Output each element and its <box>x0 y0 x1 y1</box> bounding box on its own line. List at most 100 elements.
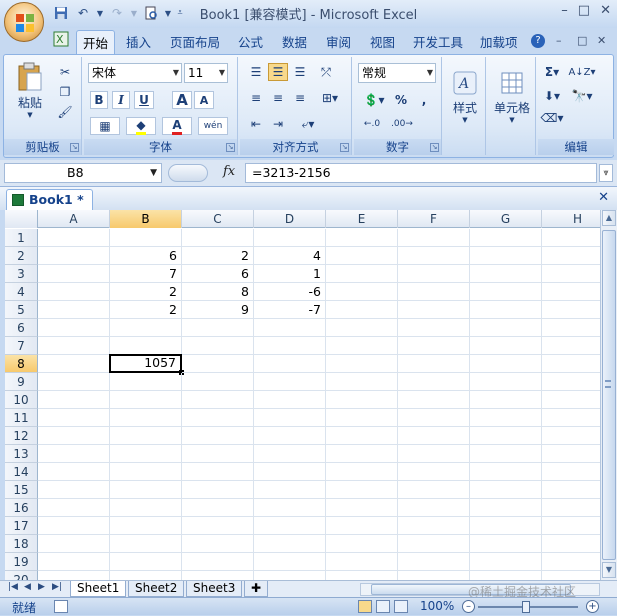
cell-b10[interactable] <box>110 391 182 409</box>
cell-e14[interactable] <box>326 463 398 481</box>
row-header-8[interactable]: 8 <box>5 355 38 373</box>
cell-f18[interactable] <box>398 535 470 553</box>
next-sheet-icon[interactable]: ▶ <box>38 582 45 592</box>
cell-h10[interactable] <box>542 391 600 409</box>
row-header-14[interactable]: 14 <box>5 463 38 481</box>
zoom-slider-thumb[interactable] <box>522 601 530 613</box>
column-header-b[interactable]: B <box>110 210 182 228</box>
row-header-4[interactable]: 4 <box>5 283 38 301</box>
cell-g13[interactable] <box>470 445 542 463</box>
cell-c7[interactable] <box>182 337 254 355</box>
insert-sheet-icon[interactable]: ✚ <box>244 581 269 597</box>
formula-bar-handle[interactable] <box>168 164 208 182</box>
cell-d7[interactable] <box>254 337 326 355</box>
cell-f19[interactable] <box>398 553 470 571</box>
row-header-20[interactable]: 20 <box>5 571 38 580</box>
office-button[interactable] <box>4 2 44 42</box>
cell-a10[interactable] <box>38 391 110 409</box>
cell-d19[interactable] <box>254 553 326 571</box>
decrease-decimal-button[interactable]: .00 → <box>388 115 416 133</box>
cell-h8[interactable] <box>542 355 600 373</box>
find-select-icon[interactable]: 🔭▾ <box>568 87 596 105</box>
name-box[interactable]: B8 ▼ <box>4 163 162 183</box>
cell-c6[interactable] <box>182 319 254 337</box>
cell-h13[interactable] <box>542 445 600 463</box>
cell-a7[interactable] <box>38 337 110 355</box>
cell-e10[interactable] <box>326 391 398 409</box>
percent-button[interactable]: % <box>392 91 410 109</box>
row-header-9[interactable]: 9 <box>5 373 38 391</box>
cell-a20[interactable] <box>38 571 110 580</box>
cell-g11[interactable] <box>470 409 542 427</box>
cell-h3[interactable] <box>542 265 600 283</box>
cell-c1[interactable] <box>182 229 254 247</box>
page-layout-view-icon[interactable] <box>376 600 390 613</box>
cell-g19[interactable] <box>470 553 542 571</box>
clear-icon[interactable]: ⌫▾ <box>540 109 564 127</box>
cell-a9[interactable] <box>38 373 110 391</box>
orientation-icon[interactable]: ⤱ <box>316 63 336 81</box>
shrink-font-button[interactable]: A <box>194 91 214 109</box>
workbook-close-icon[interactable]: ✕ <box>597 34 606 47</box>
cell-f17[interactable] <box>398 517 470 535</box>
cell-g8[interactable] <box>470 355 542 373</box>
cell-e8[interactable] <box>326 355 398 373</box>
scroll-up-icon[interactable]: ▲ <box>602 210 616 226</box>
cell-e15[interactable] <box>326 481 398 499</box>
cell-b2[interactable]: 6 <box>110 247 182 265</box>
cell-e16[interactable] <box>326 499 398 517</box>
row-header-18[interactable]: 18 <box>5 535 38 553</box>
close-icon[interactable]: ✕ <box>598 190 609 205</box>
cell-e12[interactable] <box>326 427 398 445</box>
cell-h2[interactable] <box>542 247 600 265</box>
worksheet-grid[interactable]: ABCDEFGH 1 2 6 2 4 3 7 6 1 4 2 8 -6 5 2 9 -7 6 7 8 1057 9 10 11… <box>5 210 600 580</box>
cell-b16[interactable] <box>110 499 182 517</box>
font-color-icon[interactable]: A <box>162 117 192 135</box>
number-format-combo[interactable]: 常规 ▼ <box>358 63 436 83</box>
cell-h19[interactable] <box>542 553 600 571</box>
row-header-1[interactable]: 1 <box>5 229 38 247</box>
cell-e18[interactable] <box>326 535 398 553</box>
cell-a11[interactable] <box>38 409 110 427</box>
font-name-combo[interactable]: 宋体 ▼ <box>88 63 182 83</box>
cell-d14[interactable] <box>254 463 326 481</box>
cell-b19[interactable] <box>110 553 182 571</box>
cell-g3[interactable] <box>470 265 542 283</box>
cell-d6[interactable] <box>254 319 326 337</box>
cell-f3[interactable] <box>398 265 470 283</box>
column-header-f[interactable]: F <box>398 210 470 228</box>
cut-icon[interactable]: ✂ <box>56 63 74 81</box>
cell-b15[interactable] <box>110 481 182 499</box>
font-size-combo[interactable]: 11 ▼ <box>184 63 228 83</box>
tab-data[interactable]: 数据 <box>282 32 307 51</box>
cell-a6[interactable] <box>38 319 110 337</box>
vertical-scrollbar[interactable]: ▲ ▼ <box>600 210 617 580</box>
workbook-tab[interactable]: Book1 * <box>6 189 93 211</box>
cell-d18[interactable] <box>254 535 326 553</box>
cell-a18[interactable] <box>38 535 110 553</box>
cell-c18[interactable] <box>182 535 254 553</box>
cell-g14[interactable] <box>470 463 542 481</box>
cell-g4[interactable] <box>470 283 542 301</box>
cell-a4[interactable] <box>38 283 110 301</box>
cell-c2[interactable]: 2 <box>182 247 254 265</box>
cell-h20[interactable] <box>542 571 600 580</box>
macro-record-icon[interactable] <box>54 600 68 613</box>
cell-c8[interactable] <box>182 355 254 373</box>
decrease-indent-icon[interactable]: ⇤ <box>246 115 266 133</box>
tab-page-layout[interactable]: 页面布局 <box>170 32 220 51</box>
cell-b14[interactable] <box>110 463 182 481</box>
cell-g10[interactable] <box>470 391 542 409</box>
cell-f14[interactable] <box>398 463 470 481</box>
cell-f6[interactable] <box>398 319 470 337</box>
cell-f8[interactable] <box>398 355 470 373</box>
cell-e17[interactable] <box>326 517 398 535</box>
align-middle-icon[interactable]: ☰ <box>268 63 288 81</box>
cell-c17[interactable] <box>182 517 254 535</box>
font-launcher-icon[interactable]: ↘ <box>226 143 235 152</box>
cell-h9[interactable] <box>542 373 600 391</box>
align-right-icon[interactable]: ≡ <box>290 89 310 107</box>
cell-d15[interactable] <box>254 481 326 499</box>
cell-f15[interactable] <box>398 481 470 499</box>
last-sheet-icon[interactable]: ▶| <box>52 582 62 592</box>
